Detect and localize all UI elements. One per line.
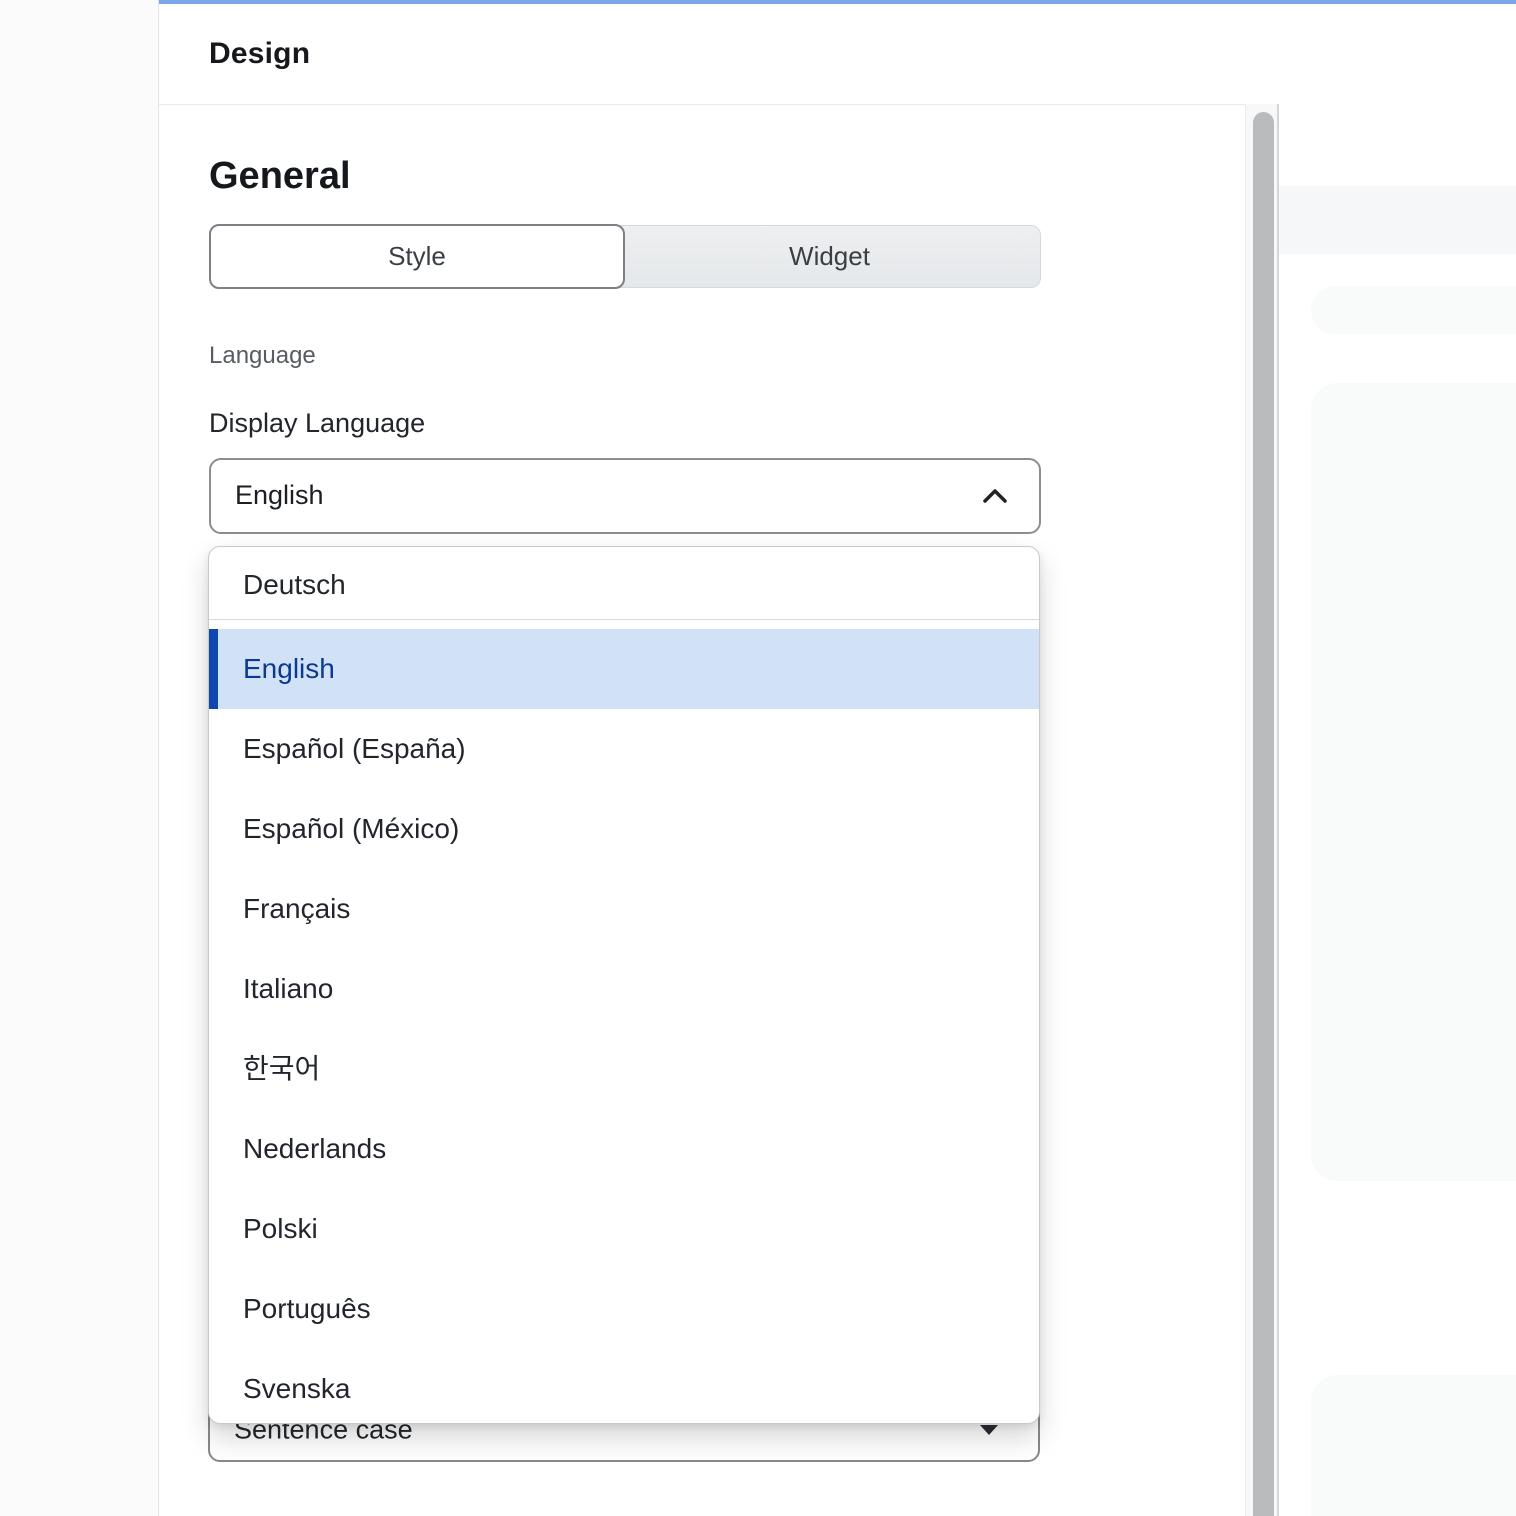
dropdown-option[interactable]: Polski <box>209 1189 1039 1269</box>
tab-widget[interactable]: Widget <box>619 225 1041 288</box>
design-settings-screen: Design General Widget Style Language Dis… <box>0 0 1516 1516</box>
display-language-value: English <box>235 480 324 511</box>
display-language-select[interactable]: English <box>209 458 1041 534</box>
dropdown-option-selected[interactable]: English <box>209 629 1039 709</box>
dropdown-option[interactable]: Italiano <box>209 949 1039 1029</box>
panel-header: Design <box>159 4 1516 105</box>
dropdown-option[interactable]: Deutsch <box>209 557 1039 620</box>
preview-placeholder-card <box>1311 383 1516 1181</box>
option-spacer <box>209 620 1039 629</box>
preview-placeholder-pill <box>1311 286 1516 334</box>
dropdown-option[interactable]: Español (México) <box>209 789 1039 869</box>
tab-widget-label: Widget <box>619 240 1040 271</box>
dropdown-option[interactable]: Svenska <box>209 1349 1039 1424</box>
tab-style-label: Style <box>211 240 623 271</box>
tab-style[interactable]: Style <box>209 224 625 289</box>
page-title: Design <box>209 37 310 71</box>
section-title-general: General <box>209 155 351 198</box>
scrollbar-thumb[interactable] <box>1253 112 1274 1516</box>
display-language-label: Display Language <box>209 408 425 439</box>
settings-scrollbar[interactable] <box>1245 104 1279 1516</box>
display-language-dropdown: Deutsch EnglishEspañol (España)Español (M… <box>208 546 1040 1424</box>
chevron-up-icon <box>981 487 1009 505</box>
preview-placeholder-band <box>1279 186 1516 254</box>
dropdown-option[interactable]: 한국어 <box>209 1029 1039 1109</box>
dropdown-option[interactable]: Français <box>209 869 1039 949</box>
style-widget-segmented-control: Widget Style <box>209 224 1041 289</box>
dropdown-option[interactable]: Português <box>209 1269 1039 1349</box>
language-group-label: Language <box>209 342 316 370</box>
preview-placeholder-card <box>1311 1375 1516 1516</box>
dropdown-option[interactable]: Nederlands <box>209 1109 1039 1189</box>
chevron-down-icon <box>980 1425 998 1435</box>
dropdown-option[interactable]: Español (España) <box>209 709 1039 789</box>
widget-preview-pane <box>1279 104 1516 1516</box>
